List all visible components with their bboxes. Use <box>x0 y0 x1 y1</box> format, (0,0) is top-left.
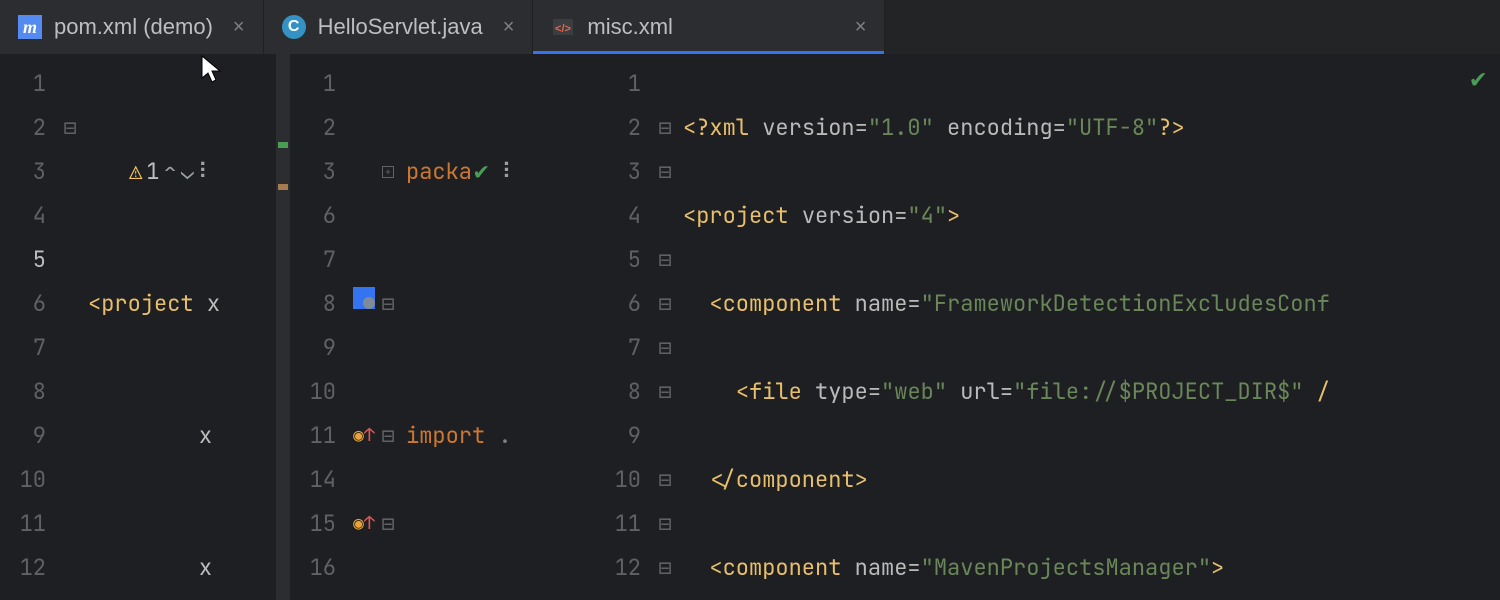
fold-open-icon[interactable]: ⊟ <box>381 414 394 458</box>
fold-open-icon[interactable]: ⊟ <box>658 370 671 414</box>
class-gutter-icon[interactable] <box>353 282 375 326</box>
fold-open-icon[interactable]: ⊟ <box>658 326 671 370</box>
tab-helloservlet[interactable]: C HelloServlet.java × <box>264 0 534 54</box>
tab-label: pom.xml (demo) <box>54 14 213 40</box>
fold-open-icon[interactable]: ⊟ <box>658 282 671 326</box>
override-up-icon[interactable]: ◉↑ <box>353 414 375 458</box>
scrollbar[interactable] <box>276 54 290 600</box>
fold-open-icon[interactable]: ⊟ <box>381 282 394 326</box>
fold-close-icon[interactable]: ⊟ <box>658 458 671 502</box>
override-up-icon[interactable]: ◉↑ <box>353 502 375 546</box>
code-area[interactable]: <?xml version="1.0" encoding="UTF-8"?> <… <box>675 54 1330 600</box>
chevron-up-icon[interactable]: ⌃ <box>164 150 177 194</box>
editor-pane-misc[interactable]: 1 2 3 4 5 6 7 8 9 10 11 12 ⊟ ⊟ ⊟ ⊟ ⊟ <box>585 54 1500 600</box>
svg-text:</>: </> <box>555 23 571 35</box>
code-area[interactable]: packa✔ ⠇ import . @WebServl public cl pr… <box>398 54 538 600</box>
fold-column: + ⊟ ⊟ ⊟ <box>378 54 398 600</box>
close-icon[interactable]: × <box>855 16 867 39</box>
close-icon[interactable]: × <box>233 16 245 39</box>
editor-pane-pom[interactable]: 1 2 3 4 5 6 7 8 9 10 11 12 ⊟ ⚠1 <box>0 54 290 600</box>
warning-count: 1 <box>146 150 159 194</box>
line-gutter: 1 2 3 4 5 6 7 8 9 10 11 12 <box>585 54 655 600</box>
fold-column: ⊟ ⊟ ⊟ ⊟ ⊟ ⊟ ⊟ ⊟ ⊟ <box>655 54 675 600</box>
fold-close-icon[interactable]: ⊟ <box>658 238 671 282</box>
tab-label: misc.xml <box>587 14 673 40</box>
fold-closed-icon[interactable]: + <box>382 166 394 178</box>
fold-open-icon[interactable]: ⊟ <box>658 150 671 194</box>
gutter-icons: ◉↑ ◉↑ <box>350 54 378 600</box>
tab-bar: m pom.xml (demo) × C HelloServlet.java ×… <box>0 0 1500 54</box>
warning-icon: ⚠ <box>129 150 142 194</box>
close-icon[interactable]: × <box>503 16 515 39</box>
tab-pom[interactable]: m pom.xml (demo) × <box>0 0 264 54</box>
tab-label: HelloServlet.java <box>318 14 483 40</box>
line-gutter: 1 2 3 6 7 8 9 10 11 14 15 16 <box>290 54 350 600</box>
maven-icon: m <box>18 15 42 39</box>
fold-column: ⊟ <box>60 54 80 600</box>
fold-open-icon[interactable]: ⊟ <box>658 106 671 150</box>
editor-pane-servlet[interactable]: 1 2 3 6 7 8 9 10 11 14 15 16 ◉↑ ◉↑ <box>290 54 585 600</box>
fold-open-icon[interactable]: ⊟ <box>381 502 394 546</box>
fold-close-icon[interactable]: ⊟ <box>658 546 671 590</box>
xml-icon: </> <box>551 15 575 39</box>
tab-misc[interactable]: </> misc.xml × <box>533 0 885 54</box>
class-icon: C <box>282 15 306 39</box>
analysis-ok-icon[interactable]: ✔ <box>1470 60 1486 95</box>
checkmark-icon: ✔ <box>474 156 488 187</box>
chevron-down-icon[interactable]: ⌄ <box>181 150 194 194</box>
editor-panes: 1 2 3 4 5 6 7 8 9 10 11 12 ⊟ ⚠1 <box>0 54 1500 600</box>
line-gutter: 1 2 3 4 5 6 7 8 9 10 11 12 <box>0 54 60 600</box>
code-area[interactable]: ⚠1 ⌃ ⌄ ⠇ <project x x x <model <group <a… <box>80 54 220 600</box>
fold-open-icon[interactable]: ⊟ <box>63 106 76 150</box>
fold-close-icon[interactable]: ⊟ <box>658 502 671 546</box>
